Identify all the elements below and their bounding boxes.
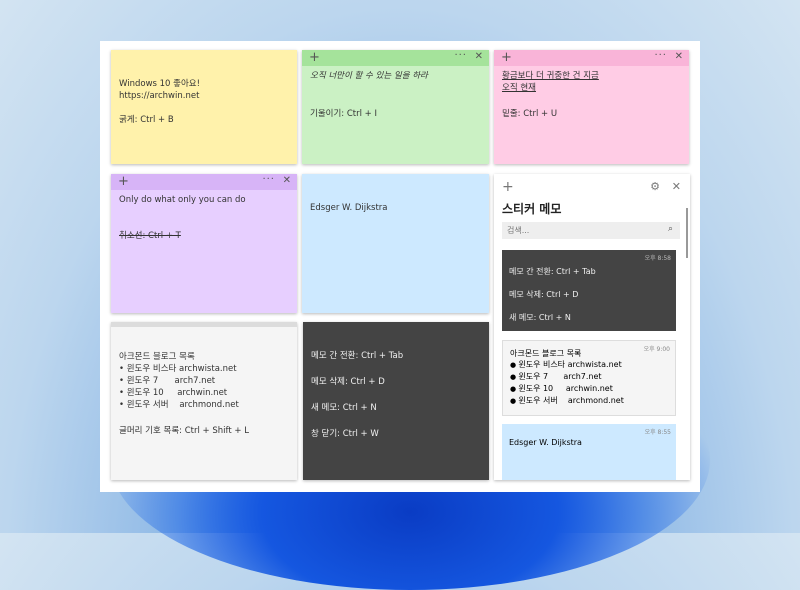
note-list-item: 윈도우 서버 archmond.net (119, 399, 289, 411)
sticky-note-yellow[interactable]: Windows 10 좋아요! https://archwin.net 굵게: … (111, 50, 297, 164)
sticky-note-green[interactable]: + ··· ✕ 오직 너만이 할 수 있는 일을 하라 기울이기: Ctrl +… (302, 50, 489, 164)
list-card-blue[interactable]: 오후 8:55 Edsger W. Dijkstra (502, 424, 676, 480)
card-timestamp: 오후 8:58 (644, 255, 671, 262)
panel-titlebar: + ⚙ ✕ (494, 174, 690, 200)
note-line: 오직 현재 (502, 83, 536, 93)
card-list-item: 윈도우 7 arch7.net (510, 371, 668, 383)
note-line: 황금보다 더 귀중한 건 지금 (502, 71, 599, 81)
note-line: Edsger W. Dijkstra (310, 203, 388, 213)
note-list-item: 윈도우 비스타 archwista.net (119, 363, 289, 375)
card-line: 새 메모: Ctrl + N (509, 313, 571, 322)
card-line: 메모 간 전환: Ctrl + Tab (509, 267, 596, 276)
card-line: 메모 삭제: Ctrl + D (509, 290, 579, 299)
note-list-item: 윈도우 7 arch7.net (119, 375, 289, 387)
list-card-dark[interactable]: 오후 8:58 메모 간 전환: Ctrl + Tab 메모 삭제: Ctrl … (502, 250, 676, 331)
more-icon[interactable]: ··· (454, 50, 467, 61)
gear-icon[interactable]: ⚙ (650, 180, 660, 193)
sticky-note-pink[interactable]: + ··· ✕ 황금보다 더 귀중한 건 지금 오직 현재 밑줄: Ctrl +… (494, 50, 689, 164)
card-list-item: 윈도우 10 archwin.net (510, 383, 668, 395)
add-note-icon[interactable]: + (118, 175, 129, 188)
card-list-item: 윈도우 서버 archmond.net (510, 395, 668, 407)
scrollbar[interactable] (686, 208, 688, 258)
card-list-item: 윈도우 비스타 archwista.net (510, 359, 668, 371)
note-list-item: 윈도우 10 archwin.net (119, 387, 289, 399)
card-timestamp: 오후 8:55 (644, 429, 671, 436)
add-note-icon[interactable]: + (501, 51, 512, 64)
close-icon[interactable]: ✕ (675, 51, 683, 62)
more-icon[interactable]: ··· (654, 50, 667, 61)
note-line: 취소선: Ctrl + T (119, 231, 181, 241)
note-line: 글머리 기호 목록: Ctrl + Shift + L (119, 426, 249, 436)
search-icon[interactable]: ⌕ (668, 224, 673, 234)
sticky-note-purple[interactable]: + ··· ✕ Only do what only you can do 취소선… (111, 174, 297, 313)
card-line: Edsger W. Dijkstra (509, 438, 582, 447)
note-line: https://archwin.net (119, 91, 200, 101)
note-titlebar (111, 50, 297, 66)
panel-title: 스티커 메모 (502, 202, 562, 216)
sticky-note-dark[interactable]: 메모 간 전환: Ctrl + Tab 메모 삭제: Ctrl + D 새 메모… (303, 322, 489, 480)
note-titlebar: + ··· ✕ (494, 50, 689, 66)
close-icon[interactable]: ✕ (672, 180, 681, 193)
note-titlebar: + ··· ✕ (111, 174, 297, 190)
close-icon[interactable]: ✕ (475, 51, 483, 62)
note-line: Windows 10 좋아요! (119, 79, 201, 89)
note-list-title: 아크몬드 블로그 목록 (119, 352, 195, 362)
note-line: 창 닫기: Ctrl + W (311, 429, 379, 439)
more-icon[interactable]: ··· (262, 174, 275, 185)
note-line: 밑줄: Ctrl + U (502, 109, 558, 119)
close-icon[interactable]: ✕ (283, 175, 291, 186)
note-line: 새 메모: Ctrl + N (311, 403, 377, 413)
note-titlebar: + ··· ✕ (302, 50, 489, 66)
note-line: Only do what only you can do (119, 195, 246, 205)
note-line: 메모 간 전환: Ctrl + Tab (311, 351, 404, 361)
search-input[interactable] (502, 222, 680, 239)
add-note-icon[interactable]: + (502, 179, 514, 195)
note-titlebar (302, 174, 489, 190)
notes-list-panel: + ⚙ ✕ 스티커 메모 ⌕ 오후 8:58 메모 간 전환: Ctrl + T… (494, 174, 690, 480)
list-card-white[interactable]: 오후 9:00 아크몬드 블로그 목록 윈도우 비스타 archwista.ne… (502, 340, 676, 416)
sticky-note-blue[interactable]: Edsger W. Dijkstra (302, 174, 489, 313)
note-line: 굵게: Ctrl + B (119, 115, 174, 125)
card-timestamp: 오후 9:00 (643, 346, 670, 353)
note-line: 오직 너만이 할 수 있는 일을 하라 (310, 71, 428, 81)
add-note-icon[interactable]: + (309, 51, 320, 64)
note-line: 기울이기: Ctrl + I (310, 109, 378, 119)
note-line: 메모 삭제: Ctrl + D (311, 377, 385, 387)
sticky-note-white[interactable]: 아크몬드 블로그 목록 윈도우 비스타 archwista.net 윈도우 7 … (111, 322, 297, 480)
